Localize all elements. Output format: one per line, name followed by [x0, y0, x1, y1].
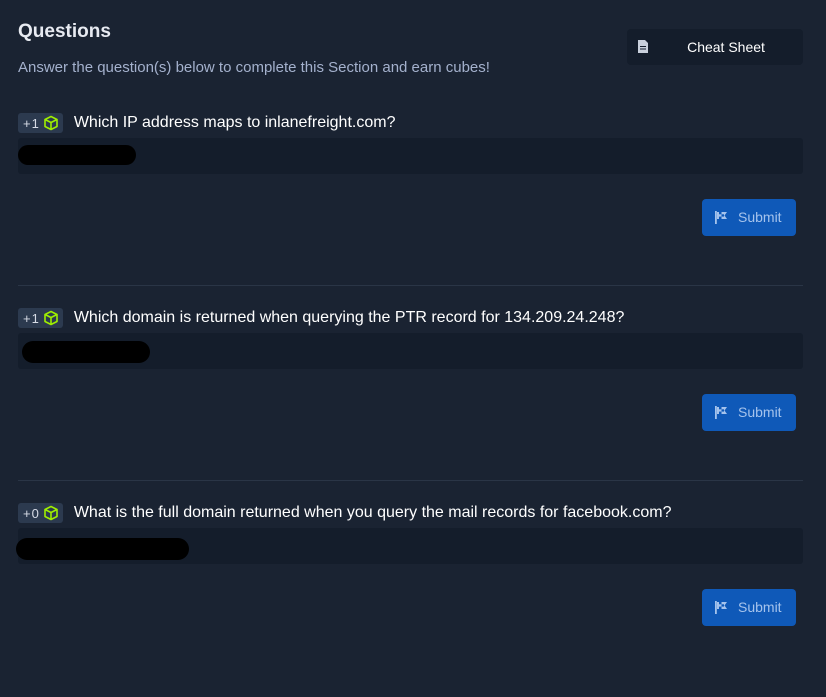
cube-icon [44, 115, 58, 131]
flag-icon [715, 406, 727, 419]
submit-button[interactable]: Submit [702, 199, 796, 236]
cube-icon [44, 505, 58, 521]
cube-reward-badge: +1 [18, 308, 63, 328]
redaction-mark [16, 538, 189, 560]
submit-button[interactable]: Submit [702, 394, 796, 431]
question-text: Which IP address maps to inlanefreight.c… [73, 114, 396, 131]
redaction-mark [18, 145, 136, 165]
cheat-sheet-label: Cheat Sheet [687, 39, 765, 55]
page-subtitle: Answer the question(s) below to complete… [18, 59, 490, 76]
answer-input[interactable] [18, 333, 803, 369]
cube-icon [44, 310, 58, 326]
cube-reward-badge: +1 [18, 113, 63, 133]
submit-label: Submit [738, 599, 782, 615]
question-card: +0 What is the full domain returned when… [0, 502, 826, 697]
cheat-sheet-button[interactable]: Cheat Sheet [627, 29, 803, 65]
flag-icon [715, 601, 727, 614]
submit-button[interactable]: Submit [702, 589, 796, 626]
question-card: +1 Which IP address maps to inlanefreigh… [0, 112, 826, 307]
divider [18, 480, 803, 481]
submit-label: Submit [738, 404, 782, 420]
submit-label: Submit [738, 209, 782, 225]
question-text: Which domain is returned when querying t… [73, 309, 625, 326]
cube-reward-amount: +1 [23, 310, 40, 326]
divider [18, 285, 803, 286]
redaction-mark [22, 341, 150, 363]
answer-input[interactable] [18, 138, 803, 174]
flag-icon [715, 211, 727, 224]
cube-reward-amount: +1 [23, 115, 40, 131]
page-title: Questions [18, 21, 111, 42]
answer-input[interactable] [16, 528, 803, 564]
cube-reward-amount: +0 [23, 505, 40, 521]
question-text: What is the full domain returned when yo… [73, 504, 672, 521]
cube-reward-badge: +0 [18, 503, 63, 523]
question-card: +1 Which domain is returned when queryin… [0, 307, 826, 502]
